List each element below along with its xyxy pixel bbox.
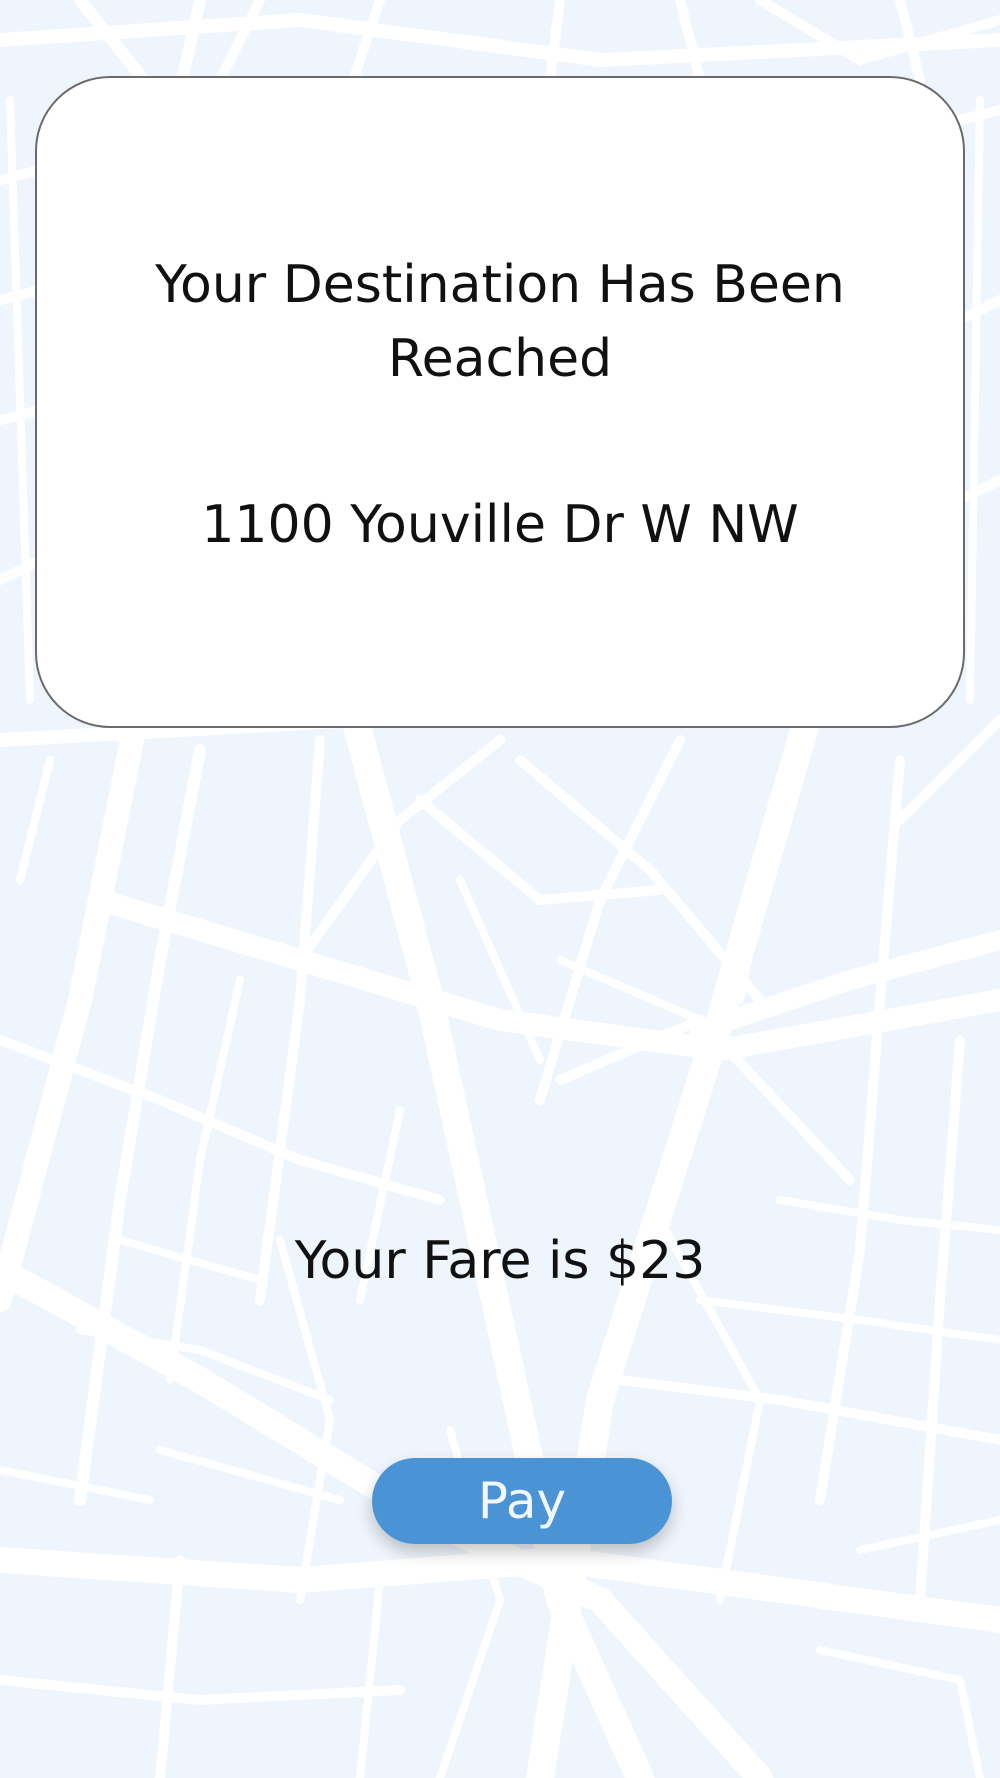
destination-reached-title: Your Destination Has Been Reached xyxy=(155,255,845,389)
fare-amount: Your Fare is $23 xyxy=(294,1231,706,1291)
pay-button[interactable]: Pay xyxy=(372,1458,672,1544)
destination-address: 1100 Youville Dr W NW xyxy=(201,495,799,555)
destination-card: Your Destination Has Been Reached 1100 Y… xyxy=(35,76,965,728)
